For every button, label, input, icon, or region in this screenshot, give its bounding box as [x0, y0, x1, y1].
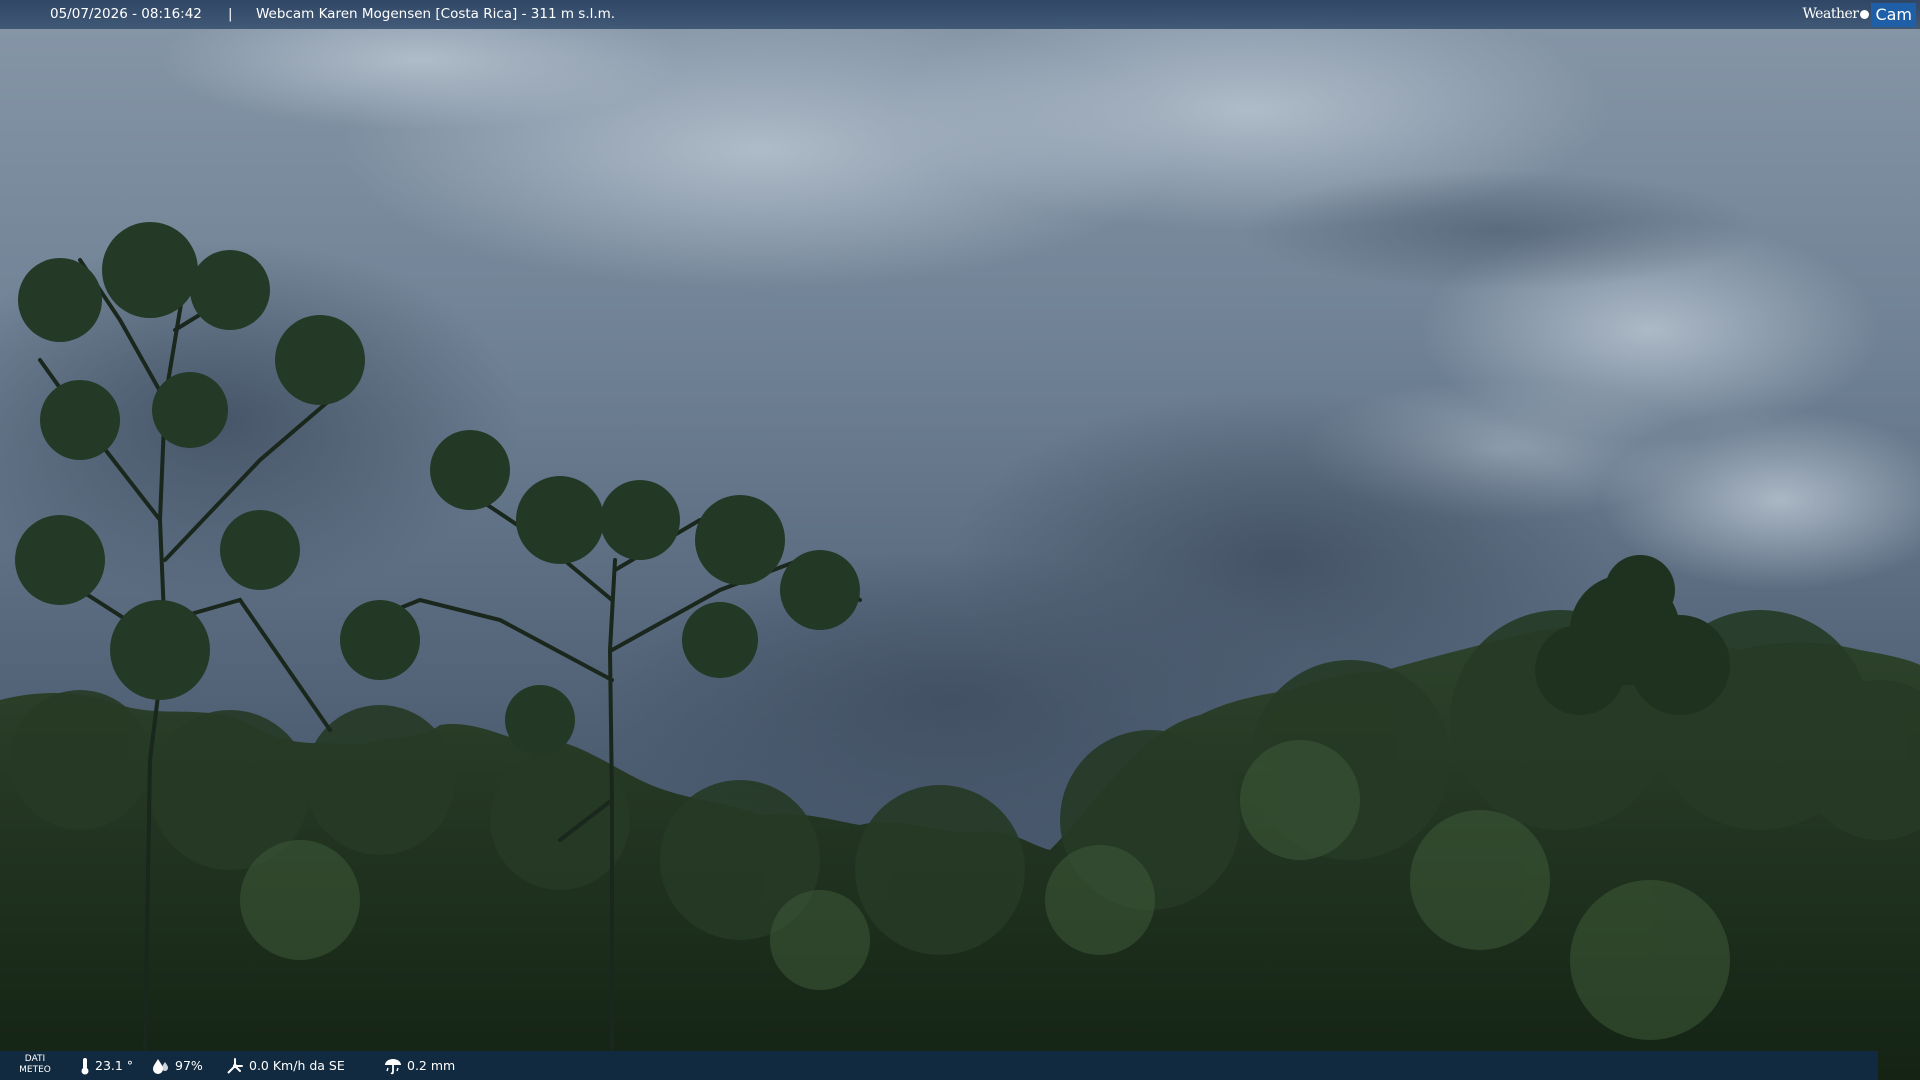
weather-label-line2: METEO — [19, 1065, 51, 1075]
humidity-drop-icon — [152, 1058, 170, 1074]
webcam-image — [0, 0, 1920, 1080]
weather-data-bar: DATI METEO 23.1 ° 97% 0.0 Km/h da SE 0.2… — [0, 1051, 1878, 1080]
rain-reading: 0.2 mm — [384, 1051, 455, 1080]
weather-data-label: DATI METEO — [18, 1054, 52, 1076]
webcam-view: 05/07/2026 - 08:16:42 | Webcam Karen Mog… — [0, 0, 1920, 1080]
webcam-title: Webcam Karen Mogensen [Costa Rica] - 311… — [256, 6, 616, 22]
header-separator: | — [228, 6, 233, 22]
humidity-reading: 97% — [152, 1051, 203, 1080]
humidity-value: 97% — [175, 1058, 203, 1073]
logo-dot-icon — [1860, 10, 1870, 19]
temperature-reading: 23.1 ° — [80, 1051, 133, 1080]
rain-gauge-icon — [384, 1057, 402, 1075]
wind-reading: 0.0 Km/h da SE — [226, 1051, 345, 1080]
temperature-value: 23.1 ° — [95, 1058, 134, 1073]
weathercam-logo: Weather Cam — [1802, 0, 1920, 29]
header-bar: 05/07/2026 - 08:16:42 | Webcam Karen Mog… — [0, 0, 1920, 29]
logo-cam-text: Cam — [1871, 2, 1916, 27]
rain-value: 0.2 mm — [407, 1058, 456, 1073]
wind-value: 0.0 Km/h da SE — [249, 1058, 345, 1073]
datetime: 05/07/2026 - 08:16:42 — [50, 6, 202, 22]
wind-icon — [226, 1057, 244, 1075]
thermometer-icon — [80, 1057, 90, 1075]
logo-weather-text: Weather — [1802, 6, 1859, 22]
weather-label-line1: DATI — [24, 1054, 46, 1064]
